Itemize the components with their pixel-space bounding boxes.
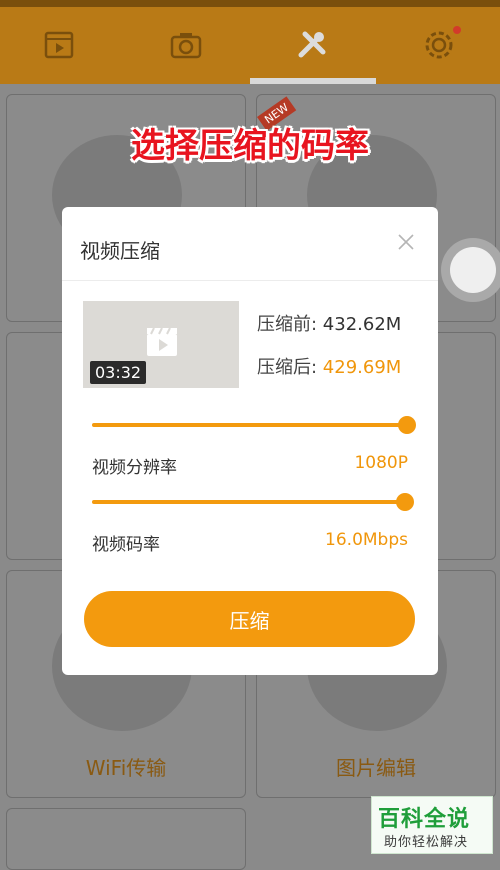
card-label: 图片编辑 xyxy=(336,756,416,780)
clapperboard-play-icon xyxy=(147,327,177,356)
dialog-divider xyxy=(62,280,438,281)
tutorial-caption: 选择压缩的码率 xyxy=(131,126,369,166)
resolution-label: 视频分辨率 xyxy=(92,458,177,478)
compress-button[interactable]: 压缩 xyxy=(84,591,415,647)
watermark-subtitle: 助你轻松解决 xyxy=(384,835,469,850)
size-before-label: 压缩前: xyxy=(257,314,323,335)
size-after: 压缩后: 429.69M xyxy=(257,353,401,379)
resolution-slider-handle[interactable] xyxy=(398,416,416,434)
card-label: WiFi传输 xyxy=(85,756,167,780)
dialog-title: 视频压缩 xyxy=(80,239,160,263)
video-duration: 03:32 xyxy=(90,361,147,384)
grid-card-7[interactable] xyxy=(6,808,246,870)
top-toolbar xyxy=(0,0,500,84)
compress-dialog: 视频压缩 03:32 压缩前: 432.62M 压缩后: 429.69M 视频分… xyxy=(62,207,438,675)
size-after-label: 压缩后: xyxy=(257,357,323,378)
video-thumbnail: 03:32 xyxy=(83,301,239,388)
floating-assist-inner xyxy=(450,247,496,293)
camera-icon xyxy=(170,33,202,59)
resolution-slider[interactable] xyxy=(92,416,416,434)
tools-icon xyxy=(298,31,326,58)
watermark-title: 百科全说 xyxy=(378,807,471,832)
size-after-value: 429.69M xyxy=(322,357,402,378)
notification-dot xyxy=(453,26,461,34)
floating-assist-button[interactable] xyxy=(441,238,500,302)
bitrate-slider[interactable] xyxy=(92,493,414,511)
resolution-value: 1080P xyxy=(354,453,408,473)
tab-video[interactable] xyxy=(34,22,84,68)
size-before-value: 432.62M xyxy=(322,314,402,335)
video-icon xyxy=(44,31,74,59)
watermark-logo: 百科全说 助你轻松解决 xyxy=(371,796,493,854)
bitrate-slider-handle[interactable] xyxy=(396,493,414,511)
bitrate-value: 16.0Mbps xyxy=(325,530,408,550)
tab-tools[interactable] xyxy=(287,22,337,68)
gear-icon xyxy=(425,31,453,59)
close-icon[interactable] xyxy=(395,231,417,253)
status-strip xyxy=(0,0,500,7)
active-tab-indicator xyxy=(250,78,376,84)
bitrate-label: 视频码率 xyxy=(92,535,160,555)
size-before: 压缩前: 432.62M xyxy=(257,310,401,336)
tab-camera[interactable] xyxy=(161,22,211,68)
